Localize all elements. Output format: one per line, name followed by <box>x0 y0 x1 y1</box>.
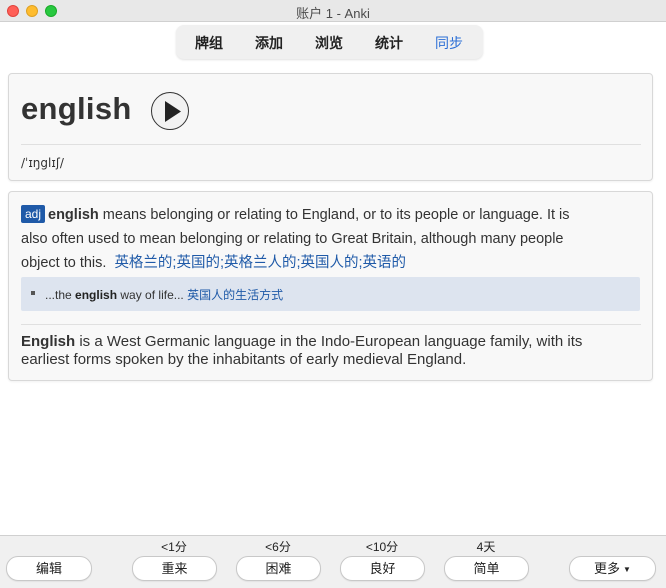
nav-add[interactable]: 添加 <box>255 33 283 53</box>
nav-stats[interactable]: 统计 <box>375 33 403 53</box>
hard-interval: <6分 <box>265 540 291 554</box>
nav-browse[interactable]: 浏览 <box>315 33 343 53</box>
window-title: 账户 1 - Anki <box>296 6 370 21</box>
definition-card: adj english means belonging or relating t… <box>8 191 653 381</box>
wiki-description: English is a West Germanic language in t… <box>21 333 639 369</box>
example-pre: ...the <box>45 288 76 302</box>
caret-down-icon: ▼ <box>623 565 631 574</box>
definition-headword: english <box>48 207 99 223</box>
top-toolbar: 牌组 添加 浏览 统计 同步 <box>0 22 666 64</box>
easy-interval: 4天 <box>476 540 496 554</box>
definition-chinese: 英格兰的;英国的;英格兰人的;英国人的;英语的 <box>114 255 407 271</box>
good-button[interactable]: 良好 <box>340 556 425 581</box>
more-label: 更多 <box>594 561 621 576</box>
main-nav: 牌组 添加 浏览 统计 同步 <box>176 25 483 59</box>
nav-decks[interactable]: 牌组 <box>195 33 223 53</box>
good-interval: <10分 <box>365 540 399 554</box>
bullet-icon <box>31 291 35 295</box>
again-button[interactable]: 重来 <box>132 556 217 581</box>
play-audio-button[interactable] <box>151 92 189 130</box>
pos-badge: adj <box>21 205 46 223</box>
word-card: english /ˈɪŋglɪʃ/ <box>8 73 653 181</box>
divider <box>21 324 641 325</box>
example-sentence: ...the english way of life... 英国人的生活方式 <box>21 277 640 311</box>
title-bar: 账户 1 - Anki <box>0 0 666 22</box>
answer-bar: 编辑 <1分 重来 <6分 困难 <10分 良好 4天 简单 更多 ▼ <box>0 535 666 588</box>
wiki-line-2: earliest forms spoken by the inhabitants… <box>21 351 467 368</box>
definition-line-1: means belonging or relating to England, … <box>98 207 570 223</box>
example-text: ...the english way of life... 英国人的生活方式 <box>45 286 283 303</box>
more-button[interactable]: 更多 ▼ <box>569 556 656 581</box>
definition: adj english means belonging or relating t… <box>21 203 639 275</box>
edit-button[interactable]: 编辑 <box>6 556 92 581</box>
wiki-headword: English <box>21 333 76 350</box>
hard-button[interactable]: 困难 <box>236 556 321 581</box>
again-interval: <1分 <box>161 540 187 554</box>
definition-line-3: object to this. <box>21 255 107 271</box>
headword: english <box>21 91 132 126</box>
example-chinese: 英国人的生活方式 <box>187 288 284 302</box>
easy-button[interactable]: 简单 <box>444 556 529 581</box>
nav-sync[interactable]: 同步 <box>435 33 463 53</box>
wiki-line-1: is a West Germanic language in the Indo-… <box>75 333 583 350</box>
example-post: way of life... <box>117 288 184 302</box>
definition-line-2: also often used to mean belonging or rel… <box>21 231 564 247</box>
play-icon <box>165 101 181 122</box>
phonetic: /ˈɪŋglɪʃ/ <box>21 156 64 170</box>
example-keyword: english <box>75 288 118 302</box>
divider <box>21 144 641 145</box>
